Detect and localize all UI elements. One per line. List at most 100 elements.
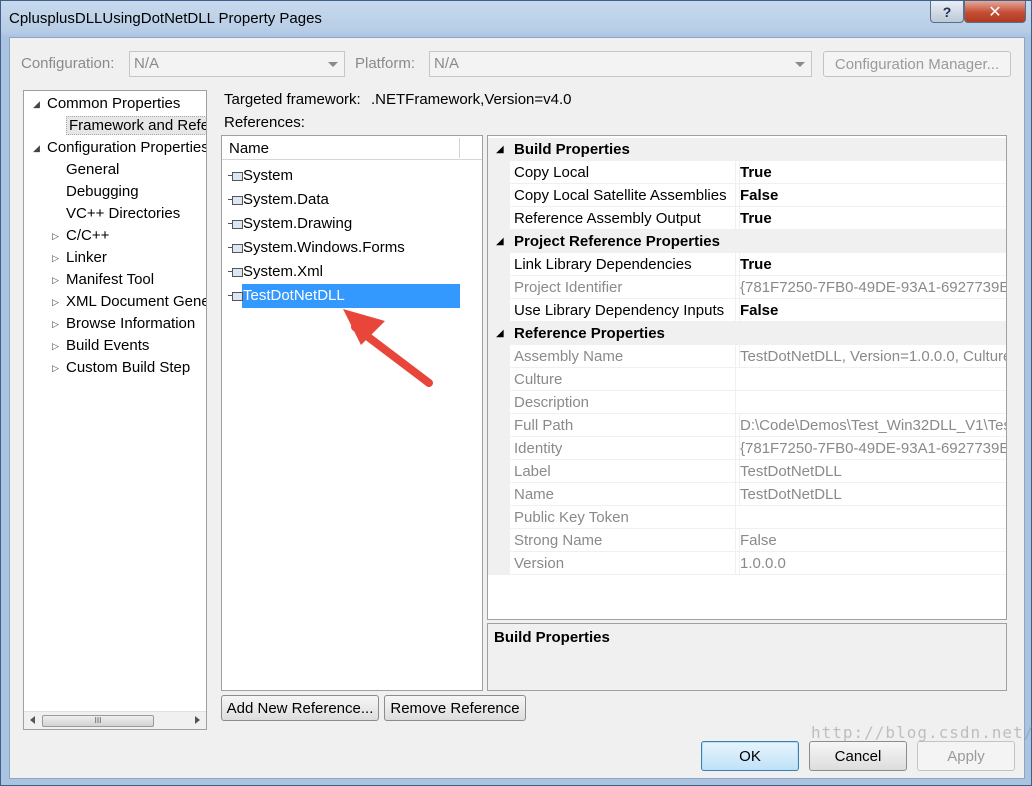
reference-icon bbox=[228, 243, 243, 254]
column-separator bbox=[459, 138, 460, 158]
property-row[interactable]: Name TestDotNetDLL bbox=[488, 483, 1006, 506]
tree-item[interactable]: ◢ Common Properties bbox=[33, 93, 180, 115]
property-row[interactable]: Copy Local True bbox=[488, 161, 1006, 184]
cancel-button[interactable]: Cancel bbox=[809, 741, 907, 771]
column-divider bbox=[735, 207, 736, 230]
settings-tree[interactable]: ◢Common PropertiesFramework and Referenc… bbox=[23, 90, 207, 730]
name-column-header[interactable]: Name bbox=[229, 140, 269, 157]
property-value: TestDotNetDLL bbox=[739, 483, 842, 506]
targeted-framework-value: .NETFramework,Version=v4.0 bbox=[371, 91, 572, 108]
tree-item[interactable]: ▷XML Document Generator bbox=[52, 291, 206, 313]
reference-icon bbox=[228, 219, 243, 230]
configuration-value: N/A bbox=[134, 55, 160, 72]
reference-item[interactable]: System bbox=[228, 164, 293, 188]
property-category[interactable]: ◢ Reference Properties bbox=[488, 322, 1006, 345]
property-value[interactable]: False bbox=[739, 184, 778, 207]
collapse-arrow-icon[interactable]: ◢ bbox=[33, 137, 43, 159]
collapse-arrow-icon[interactable]: ◢ bbox=[496, 230, 504, 253]
tree-item[interactable]: ▷ Custom Build Step bbox=[52, 357, 191, 379]
expand-arrow-icon[interactable]: ▷ bbox=[52, 225, 62, 247]
property-row[interactable]: Label TestDotNetDLL bbox=[488, 460, 1006, 483]
tree-item[interactable]: ◢ Configuration Properties bbox=[33, 137, 206, 159]
property-row[interactable]: Identity {781F7250-7FB0-49DE-93A1-6927739… bbox=[488, 437, 1006, 460]
tree-item[interactable]: ▷ Browse Information bbox=[52, 313, 196, 335]
tree-item[interactable]: ▷ Manifest Tool bbox=[52, 269, 154, 291]
property-name: Identity bbox=[514, 440, 563, 457]
tree-item[interactable]: Debugging bbox=[66, 181, 139, 203]
property-row[interactable]: Link Library Dependencies True bbox=[488, 253, 1006, 276]
property-value[interactable]: False bbox=[739, 299, 778, 322]
expand-arrow-icon[interactable]: ▷ bbox=[52, 269, 62, 291]
references-list[interactable]: Name System System.Data System.Drawing Syst… bbox=[221, 135, 483, 691]
expand-arrow-icon[interactable]: ▷ bbox=[52, 335, 62, 357]
collapse-arrow-icon[interactable]: ◢ bbox=[496, 322, 504, 345]
tree-item-label: Build Events bbox=[66, 337, 150, 354]
property-row[interactable]: Public Key Token bbox=[488, 506, 1006, 529]
reference-item[interactable]: System.Data bbox=[228, 188, 329, 212]
title-bar[interactable]: CplusplusDLLUsingDotNetDLL Property Page… bbox=[1, 1, 1031, 37]
property-value[interactable]: True bbox=[739, 161, 772, 184]
tree-horizontal-scrollbar[interactable]: III bbox=[24, 711, 206, 729]
scroll-thumb[interactable]: III bbox=[42, 715, 154, 727]
help-button[interactable]: ? bbox=[930, 1, 964, 23]
platform-combo[interactable]: N/A bbox=[429, 51, 812, 77]
expand-arrow-icon[interactable]: ▷ bbox=[52, 357, 62, 379]
collapse-arrow-icon[interactable]: ◢ bbox=[33, 93, 43, 115]
collapse-arrow-icon[interactable]: ◢ bbox=[496, 138, 504, 161]
expand-arrow-icon[interactable]: ▷ bbox=[52, 291, 62, 313]
property-category[interactable]: ◢ Build Properties bbox=[488, 138, 1006, 161]
property-row[interactable]: Version 1.0.0.0 bbox=[488, 552, 1006, 575]
property-row[interactable]: Assembly Name TestDotNetDLL, Version=1.0.… bbox=[488, 345, 1006, 368]
property-row[interactable]: Reference Assembly Output True bbox=[488, 207, 1006, 230]
expand-arrow-icon[interactable]: ▷ bbox=[52, 247, 62, 269]
tree-item-label: VC++ Directories bbox=[66, 205, 181, 222]
close-button[interactable]: ✕ bbox=[964, 1, 1026, 23]
references-list-header[interactable]: Name bbox=[222, 136, 482, 160]
tree-item[interactable]: VC++ Directories bbox=[66, 203, 180, 225]
tree-item-label: Browse Information bbox=[66, 315, 196, 332]
row-margin bbox=[488, 437, 510, 460]
column-divider bbox=[735, 161, 736, 184]
property-category[interactable]: ◢ Project Reference Properties bbox=[488, 230, 1006, 253]
apply-button[interactable]: Apply bbox=[917, 741, 1015, 771]
tree-item[interactable]: Framework and References bbox=[66, 115, 206, 137]
reference-item[interactable]: System.Windows.Forms bbox=[228, 236, 405, 260]
configuration-combo[interactable]: N/A bbox=[129, 51, 345, 77]
reference-item[interactable]: System.Drawing bbox=[228, 212, 352, 236]
reference-label: System.Windows.Forms bbox=[243, 239, 405, 256]
remove-reference-button[interactable]: Remove Reference bbox=[384, 695, 526, 721]
tree-item[interactable]: ▷ C/C++ bbox=[52, 225, 109, 247]
scroll-left-icon[interactable] bbox=[30, 716, 35, 724]
property-row[interactable]: Strong Name False bbox=[488, 529, 1006, 552]
property-row[interactable]: Project Identifier {781F7250-7FB0-49DE-93… bbox=[488, 276, 1006, 299]
property-row[interactable]: Description bbox=[488, 391, 1006, 414]
column-divider bbox=[735, 529, 736, 552]
row-margin bbox=[488, 207, 510, 230]
property-grid[interactable]: ◢ Build Properties Copy Local True Copy Loca… bbox=[487, 135, 1007, 620]
tree-item[interactable]: ▷ Build Events bbox=[52, 335, 150, 357]
expand-arrow-icon[interactable]: ▷ bbox=[52, 313, 62, 335]
row-margin bbox=[488, 253, 510, 276]
tree-item[interactable]: General bbox=[66, 159, 119, 181]
configuration-manager-button[interactable]: Configuration Manager... bbox=[823, 51, 1011, 77]
property-row[interactable]: Copy Local Satellite Assemblies False bbox=[488, 184, 1006, 207]
ok-button[interactable]: OK bbox=[701, 741, 799, 771]
property-category-label: Project Reference Properties bbox=[514, 233, 720, 250]
property-row[interactable]: Culture bbox=[488, 368, 1006, 391]
property-name: Use Library Dependency Inputs bbox=[514, 302, 725, 319]
scroll-right-icon[interactable] bbox=[195, 716, 200, 724]
property-row[interactable]: Full Path D:\Code\Demos\Test_Win32DLL_V1\… bbox=[488, 414, 1006, 437]
add-new-reference-button[interactable]: Add New Reference... bbox=[221, 695, 379, 721]
property-value: {781F7250-7FB0-49DE-93A1-6927739E2 bbox=[739, 437, 1006, 460]
property-value[interactable]: True bbox=[739, 207, 772, 230]
reference-label: System.Data bbox=[243, 191, 329, 208]
tree-item-label: Custom Build Step bbox=[66, 359, 191, 376]
property-value: False bbox=[739, 529, 777, 552]
reference-item[interactable]: System.Xml bbox=[228, 260, 323, 284]
tree-item[interactable]: ▷ Linker bbox=[52, 247, 107, 269]
platform-label: Platform: bbox=[355, 55, 416, 72]
property-row[interactable]: Use Library Dependency Inputs False bbox=[488, 299, 1006, 322]
tree-item-label: Framework and References bbox=[66, 116, 206, 135]
property-value[interactable]: True bbox=[739, 253, 772, 276]
row-margin bbox=[488, 391, 510, 414]
